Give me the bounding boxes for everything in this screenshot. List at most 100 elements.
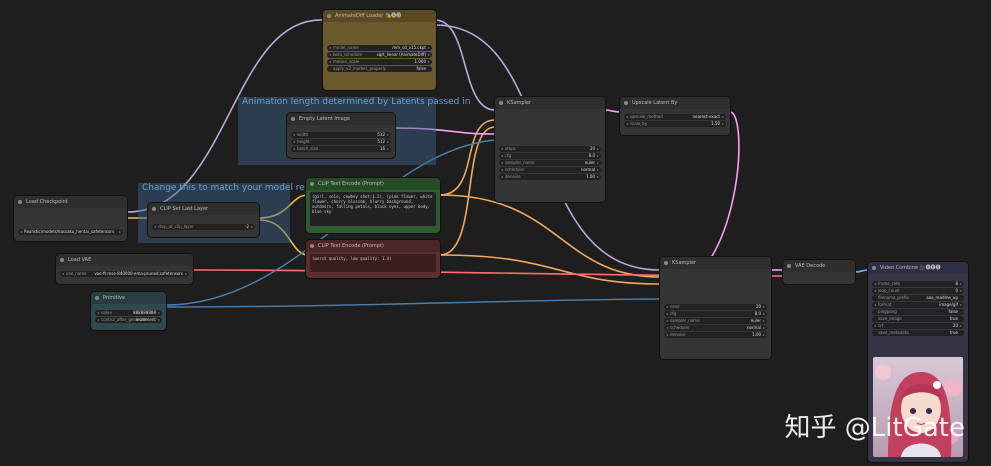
node-title: KSampler: [672, 260, 697, 266]
node-header[interactable]: CLIP Set Last Layer: [148, 203, 259, 215]
node-empty-latent-image[interactable]: Empty Latent Image ◂ width 512 ▸ ◂ height 512…: [287, 113, 395, 158]
widget-save-image[interactable]: save_image true: [872, 316, 964, 322]
widget-text: sqrt_linear (AnimateDiff): [376, 52, 426, 57]
widget-loop-count[interactable]: ◂ loop_count 0 ▸: [872, 288, 964, 294]
widget-scale-by[interactable]: ◂ scale_by 1.50 ▸: [624, 121, 726, 127]
widget-sampler-name[interactable]: ◂ sampler_name euler ▸: [664, 318, 767, 324]
widget-text: 8.0: [754, 311, 761, 316]
node-header[interactable]: Load Checkpoint: [14, 196, 127, 208]
prompt-textarea[interactable]: (girl, solo, cowboy shot:1.2), (pink flo…: [310, 192, 436, 226]
node-header[interactable]: KSampler: [660, 257, 771, 269]
node-header[interactable]: KSampler: [495, 97, 605, 109]
widget-text: 20: [755, 304, 761, 309]
widget-denoise[interactable]: ◂ denoise 1.00 ▸: [664, 332, 767, 338]
node-upscale-latent-by[interactable]: Upscale Latent By ◂ upscale_method nearest…: [620, 97, 730, 135]
node-animatediff-loader[interactable]: AnimateDiff Loader 🎭🅐🅓 ◂ model_name mm_sd_…: [323, 10, 436, 90]
widget-scheduler[interactable]: ◂ scheduler normal ▸: [499, 167, 601, 173]
widget-vae-name[interactable]: ◂ vae_name vae-ft-mse-840000-ema-pruned.sa…: [60, 271, 189, 277]
widget-crf[interactable]: ◂ crf 20 ▸: [872, 323, 964, 329]
collapse-dot-icon[interactable]: [499, 101, 503, 105]
node-ksampler-2[interactable]: KSampler ◂ seed 20 ▸ ◂ cfg 8.0 ▸ ◂ sampler_name…: [660, 257, 771, 359]
widget-stop-at-clip-layer[interactable]: ◂ stop_at_clip_layer -2 ▸: [152, 224, 255, 230]
node-clip-set-last-layer[interactable]: CLIP Set Last Layer ◂ stop_at_clip_layer -…: [148, 203, 259, 237]
node-primitive[interactable]: Primitive ◂ value 888888888 ▸ ◂ control_afte…: [91, 292, 166, 330]
node-load-checkpoint[interactable]: Load Checkpoint ◂ckpt_nameRealistic/mode…: [14, 196, 127, 241]
widget-text: 1.00: [752, 332, 761, 337]
widget-frame-rate[interactable]: ◂ frame_rate 8 ▸: [872, 281, 964, 287]
widget-text: vae-ft-mse-840000-ema-pruned.safetensors: [94, 271, 183, 276]
node-vae-decode[interactable]: VAE Decode: [783, 260, 855, 284]
widget-text: normal: [746, 325, 761, 330]
collapse-dot-icon[interactable]: [310, 244, 314, 248]
widget-denoise[interactable]: ◂ denoise 1.00 ▸: [499, 174, 601, 180]
widget-save-metadata[interactable]: save_metadata true: [872, 330, 964, 336]
collapse-dot-icon[interactable]: [152, 207, 156, 211]
widget-value[interactable]: ◂ value 888888888 ▸: [95, 310, 162, 316]
widget-scheduler[interactable]: ◂ scheduler normal ▸: [664, 325, 767, 331]
widget-text: denoise: [670, 332, 686, 337]
widget-format[interactable]: ◂ format image/gif ▸: [872, 302, 964, 308]
widget-apply-v2[interactable]: apply_v2_models_properly false: [327, 66, 432, 72]
group-title: Change this to match your model reqs: [142, 183, 316, 193]
node-header[interactable]: Upscale Latent By: [620, 97, 730, 109]
widget-pingpong[interactable]: pingpong false: [872, 309, 964, 315]
widget-text: normal: [580, 167, 595, 172]
node-title: CLIP Text Encode (Prompt): [318, 181, 384, 187]
widget-text: height: [297, 139, 310, 144]
node-title: Primitive: [103, 295, 126, 301]
widget-text: 20: [589, 146, 595, 151]
widget-text: false: [416, 66, 426, 71]
widget-beta-schedule[interactable]: ◂ beta_schedule sqrt_linear (AnimateDiff) ▸: [327, 52, 432, 58]
node-header[interactable]: Video Combine 🎥🅥🅗🅢: [868, 262, 968, 274]
node-title: AnimateDiff Loader 🎭🅐🅓: [335, 13, 402, 19]
widget-text: apply_v2_models_properly: [333, 66, 387, 71]
collapse-dot-icon[interactable]: [872, 266, 876, 270]
collapse-dot-icon[interactable]: [327, 14, 331, 18]
widget-text: value: [101, 310, 112, 315]
widget-steps[interactable]: ◂ steps 20 ▸: [499, 146, 601, 152]
node-header[interactable]: CLIP Text Encode (Prompt): [306, 240, 440, 252]
widget-text: steps: [505, 146, 516, 151]
node-ksampler-1[interactable]: KSampler ◂ steps 20 ▸ ◂ cfg 8.0 ▸ ◂ sampler_nam…: [495, 97, 605, 202]
widget-text: crf: [878, 323, 884, 328]
wire-neg-ks2: [439, 254, 661, 285]
collapse-dot-icon[interactable]: [18, 200, 22, 204]
widget-width[interactable]: ◂ width 512 ▸: [291, 132, 391, 138]
collapse-dot-icon[interactable]: [787, 264, 791, 268]
widget-text: -2: [245, 224, 249, 229]
widget-cfg[interactable]: ◂ cfg 8.0 ▸: [499, 153, 601, 159]
collapse-dot-icon[interactable]: [291, 117, 295, 121]
node-clip-text-encode-positive[interactable]: CLIP Text Encode (Prompt) (girl, solo, c…: [306, 178, 440, 233]
collapse-dot-icon[interactable]: [310, 182, 314, 186]
node-header[interactable]: CLIP Text Encode (Prompt): [306, 178, 440, 190]
widget-model-name[interactable]: ◂ model_name mm_sd_v15.ckpt ▸: [327, 45, 432, 51]
node-header[interactable]: VAE Decode: [783, 260, 855, 272]
node-header[interactable]: Empty Latent Image: [287, 113, 395, 125]
node-header[interactable]: AnimateDiff Loader 🎭🅐🅓: [323, 10, 436, 22]
node-load-vae[interactable]: Load VAE ◂ vae_name vae-ft-mse-840000-ema-…: [56, 254, 193, 284]
collapse-dot-icon[interactable]: [60, 258, 64, 262]
widget-motion-scale[interactable]: ◂ motion_scale 1.000 ▸: [327, 59, 432, 65]
node-clip-text-encode-negative[interactable]: CLIP Text Encode (Prompt) (worst quality…: [306, 240, 440, 278]
collapse-dot-icon[interactable]: [95, 296, 99, 300]
widget-cfg[interactable]: ◂ cfg 8.0 ▸: [664, 311, 767, 317]
wire-neg-ks1: [439, 126, 496, 256]
widget-filename-prefix[interactable]: filename_prefix aaa_readme_up: [872, 295, 964, 301]
node-header[interactable]: Primitive: [91, 292, 166, 304]
node-header[interactable]: Load VAE: [56, 254, 193, 266]
widget-batch-size[interactable]: ◂ batch_size 16 ▸: [291, 146, 391, 152]
widget-sampler-name[interactable]: ◂ sampler_name euler ▸: [499, 160, 601, 166]
widget-control-after-generate[interactable]: ◂ control_after_generate increment ▸: [95, 317, 162, 323]
widget-upscale-method[interactable]: ◂ upscale_method nearest-exact ▸: [624, 114, 726, 120]
prompt-textarea[interactable]: (worst quality, low quality: 1.4): [310, 254, 436, 272]
widget-ckpt-name[interactable]: ◂ckpt_nameRealistic/models/hassaku_henta…: [18, 229, 123, 235]
collapse-dot-icon[interactable]: [624, 101, 628, 105]
widget-text: 8: [955, 281, 958, 286]
widget-text: batch_size: [297, 146, 319, 151]
widget-seed[interactable]: ◂ seed 20 ▸: [664, 304, 767, 310]
widget-height[interactable]: ◂ height 512 ▸: [291, 139, 391, 145]
collapse-dot-icon[interactable]: [664, 261, 668, 265]
widget-text: 20: [952, 323, 958, 328]
wire-pos-ks2: [439, 194, 661, 278]
widget-text: 1.50: [711, 121, 720, 126]
